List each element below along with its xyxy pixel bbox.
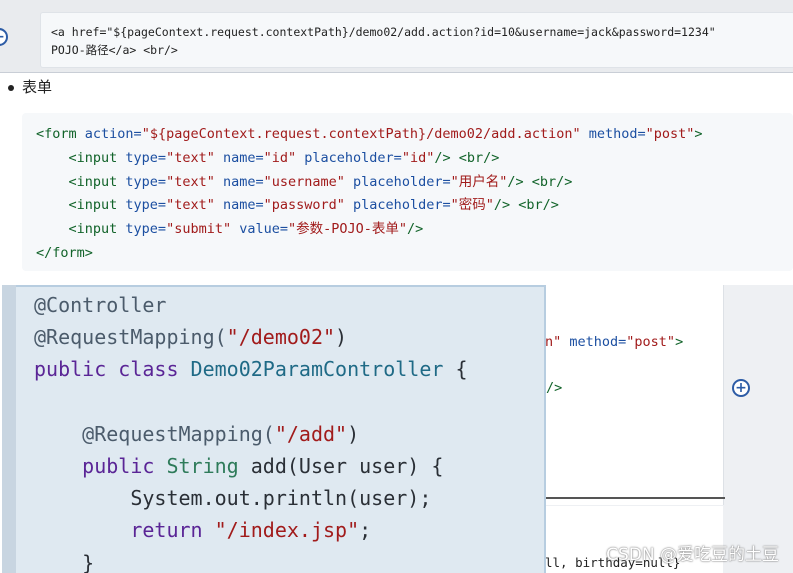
tag: <input: [68, 197, 126, 214]
tag: <form: [36, 126, 85, 142]
background-code-text: n" method="post">: [545, 334, 684, 350]
attr: action=: [84, 126, 142, 142]
keyword: return: [130, 518, 215, 543]
bullet-dot: [8, 84, 14, 91]
type: String: [166, 454, 239, 479]
keyword: public: [82, 454, 167, 479]
java-code-popup: @Controller @RequestMapping("/demo02") p…: [16, 285, 546, 573]
keyword: public class: [34, 357, 191, 382]
statement: System.out.println(user);: [130, 486, 432, 511]
background-code-text: />: [546, 380, 563, 396]
annotation: @Controller: [34, 293, 167, 317]
attr: method=: [588, 126, 646, 142]
annotation: @RequestMapping(: [34, 325, 227, 350]
code-line: <a href="${pageContext.request.contextPa…: [51, 25, 716, 39]
tag: <input: [68, 221, 126, 238]
csdn-watermark: CSDN @爱吃豆的土豆: [606, 545, 779, 565]
section-label: 表单: [22, 78, 53, 96]
class-name: Demo02ParamController: [190, 357, 444, 382]
form-code-block: <form action="${pageContext.request.cont…: [22, 113, 793, 271]
closing-brace: }: [82, 550, 95, 573]
tag: >: [694, 126, 703, 142]
tag: <input: [68, 149, 126, 166]
expand-plus-icon[interactable]: +: [732, 379, 750, 397]
tag: </form>: [36, 244, 93, 261]
attr-value: "post": [645, 126, 695, 142]
section-bullet: 表单: [8, 76, 52, 97]
tag: <input: [68, 173, 126, 190]
popup-gutter: [2, 285, 17, 573]
code-line: POJO-路径</a> <br/>: [51, 43, 178, 57]
divider: [545, 497, 725, 499]
attr-value: "${pageContext.request.contextPath}/demo…: [141, 126, 581, 142]
href-code-block: <a href="${pageContext.request.contextPa…: [40, 12, 793, 68]
annotation: @RequestMapping(: [82, 421, 275, 446]
background-code-card: [540, 285, 724, 505]
